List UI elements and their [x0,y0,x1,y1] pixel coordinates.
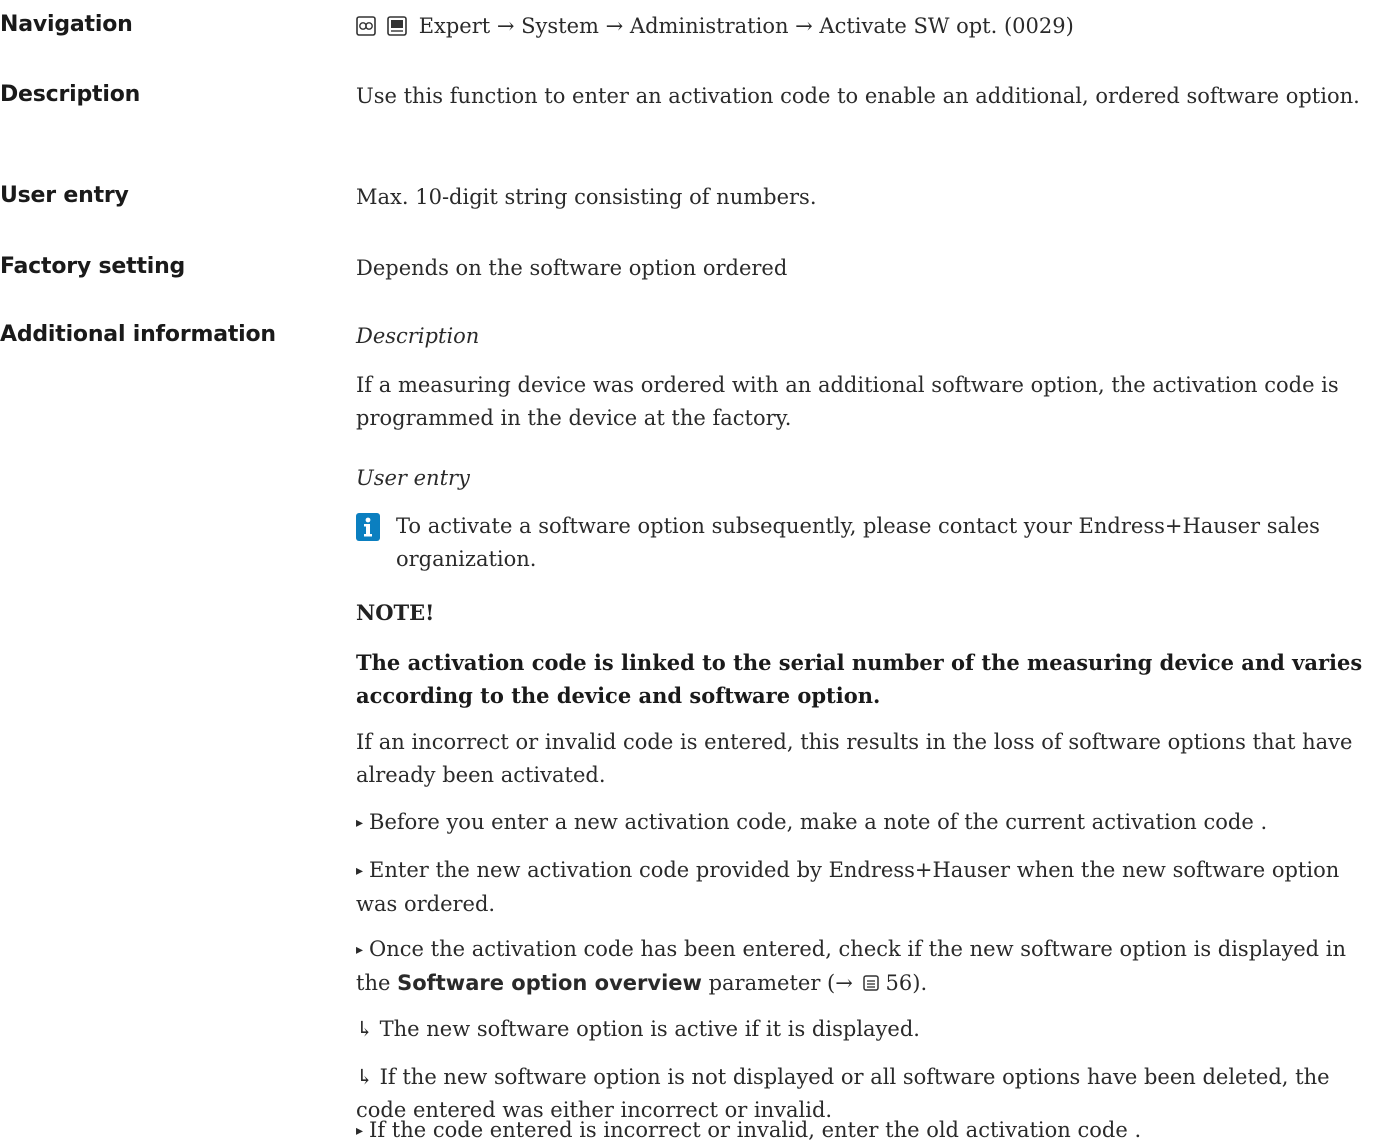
info-icon [356,513,380,541]
user-entry-label: User entry [0,183,129,208]
description-text: Use this function to enter an activation… [356,84,1360,108]
step-2: ▸ Enter the new activation code provided … [356,854,1386,921]
result-arrow-icon: ↳ [356,1065,374,1089]
notice-heading: NOTE! [356,600,435,625]
user-entry-text: Max. 10-digit string consisting of numbe… [356,185,817,209]
additional-information-body: Description If a measuring device was or… [356,320,1376,1122]
description-subheading: Description [356,324,480,348]
step-3-text-after: parameter (→ [701,971,860,995]
factory-setting-text: Depends on the software option ordered [356,256,788,280]
step-1: ▸ Before you enter a new activation code,… [356,806,1386,840]
notice-text: If an incorrect or invalid code is enter… [356,730,1353,787]
result-arrow-icon: ↳ [356,1017,374,1041]
bullet-icon: ▸ [356,1123,364,1139]
step-1-text: Before you enter a new activation code, … [369,810,1268,834]
description-label: Description [0,82,141,107]
additional-information-label: Additional information [0,322,276,347]
user-entry-subheading: User entry [356,466,470,490]
factory-setting-label: Factory setting [0,254,186,279]
notice-bold-text: The activation code is linked to the ser… [356,650,1363,708]
navigation-label: Navigation [0,12,133,37]
step-2-text: Enter the new activation code provided b… [356,858,1340,916]
display-icon [356,16,376,36]
bullet-icon: ▸ [356,863,364,879]
result-1: ↳ The new software option is active if it… [356,1013,1386,1046]
navigation-path-container: Expert → System → Administration → Activ… [356,10,1376,46]
step-3: ▸ Once the activation code has been enter… [356,933,1386,1000]
bullet-icon: ▸ [356,815,364,831]
page-ref-link[interactable]: 56 [886,971,913,995]
bullet-icon: ▸ [356,942,364,958]
navigation-path: Expert → System → Administration → Activ… [418,14,1074,38]
result-1-text: The new software option is active if it … [379,1017,920,1041]
additional-description-text: If a measuring device was ordered with a… [356,373,1339,430]
nav-icons [356,13,407,46]
info-note-text: To activate a software option subsequent… [396,514,1320,571]
page-ref-icon [862,975,879,991]
step-3-end: ). [912,971,928,995]
operating-tool-icon [386,16,407,36]
step-4-text: If the code entered is incorrect or inva… [369,1118,1142,1142]
step-4: ▸ If the code entered is incorrect or inv… [356,1114,1376,1148]
software-option-overview-param: Software option overview [397,971,702,995]
